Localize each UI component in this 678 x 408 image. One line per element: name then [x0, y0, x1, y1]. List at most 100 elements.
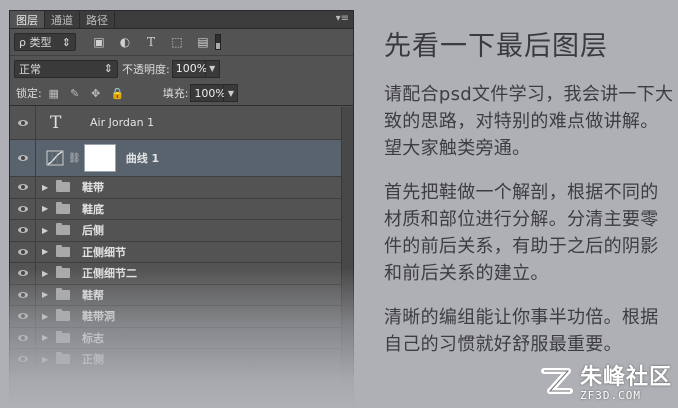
visibility-toggle[interactable] [10, 220, 36, 241]
article: 先看一下最后图层 请配合psd文件学习，我会讲一下大致的思路，对特别的难点做讲解… [384, 24, 674, 375]
expand-arrow-icon[interactable]: ▶ [42, 290, 52, 299]
lock-image-icon[interactable]: ✎ [69, 87, 81, 100]
eye-icon [17, 184, 28, 191]
layer-row[interactable]: ▶ 正侧 [10, 349, 353, 371]
layer-list: T Air Jordan 1 ⛓ 曲线 1 ▶ 鞋带 ▶ 鞋底 ▶ 后侧 ▶ 正… [10, 106, 353, 371]
fill-input[interactable]: 100% [190, 84, 226, 102]
updown-icon: ⇕ [103, 62, 113, 75]
tab-layers[interactable]: 图层 [10, 11, 45, 28]
eye-icon [17, 155, 28, 161]
fill-dropdown-icon[interactable]: ▼ [224, 84, 239, 102]
layer-row[interactable]: ▶ 鞋底 [10, 198, 353, 220]
layer-row[interactable]: ▶ 正侧细节 [10, 241, 353, 263]
layer-row[interactable]: ▶ 后侧 [10, 220, 353, 242]
folder-icon [56, 266, 70, 279]
pixel-filter-icon[interactable]: ▣ [92, 35, 106, 49]
expand-arrow-icon[interactable]: ▶ [42, 269, 52, 278]
layer-row[interactable]: ▶ 正侧细节二 [10, 263, 353, 285]
layer-row[interactable]: ▶ 标志 [10, 327, 353, 349]
visibility-toggle[interactable] [10, 327, 36, 348]
watermark: 朱峰社区 ZF3D.COM [538, 366, 672, 402]
eye-icon [17, 248, 28, 255]
folder-icon [56, 223, 70, 236]
article-title: 先看一下最后图层 [384, 31, 608, 62]
layer-mask-thumbnail[interactable] [83, 144, 116, 172]
lock-transparent-icon[interactable]: ▦ [48, 87, 60, 100]
folder-icon [56, 352, 70, 365]
lock-row: 锁定: ▦ ✎ ✥ 🔒 填充: 100% ▼ [10, 81, 353, 106]
link-icon[interactable]: ⛓ [68, 153, 81, 164]
expand-arrow-icon[interactable]: ▶ [42, 355, 52, 364]
visibility-toggle[interactable] [10, 241, 36, 262]
expand-arrow-icon[interactable]: ▶ [42, 247, 52, 256]
folder-icon [56, 180, 70, 193]
layer-row[interactable]: ▶ 鞋帮 [10, 284, 353, 306]
folder-icon [56, 330, 70, 343]
fill-label: 填充: [162, 87, 189, 100]
opacity-input[interactable]: 100% [171, 59, 207, 78]
layer-name: 鞋带洞 [82, 310, 115, 324]
visibility-toggle[interactable] [10, 263, 36, 284]
expand-arrow-icon[interactable]: ▶ [42, 226, 52, 235]
visibility-toggle[interactable] [10, 177, 36, 198]
layer-row[interactable]: T Air Jordan 1 [10, 106, 353, 140]
folder-icon [56, 309, 70, 322]
visibility-toggle[interactable] [10, 198, 36, 219]
article-paragraph: 请配合psd文件学习，我会讲一下大致的思路，对特别的难点做讲解。望大家触类旁通。 [384, 84, 674, 159]
eye-icon [17, 270, 28, 277]
blend-mode-select[interactable]: 正常 ⇕ [14, 59, 118, 78]
visibility-toggle[interactable] [10, 306, 36, 327]
layer-row[interactable]: ▶ 鞋带 [10, 177, 353, 199]
layer-name: 后侧 [82, 224, 104, 238]
adjustment-filter-icon[interactable]: ◐ [118, 35, 132, 49]
panel-menu-icon[interactable]: ▾≡ [336, 13, 349, 24]
opacity-dropdown-icon[interactable]: ▼ [205, 59, 220, 78]
lock-all-icon[interactable]: 🔒 [111, 87, 125, 100]
blend-row: 正常 ⇕ 不透明度: 100% ▼ [10, 56, 353, 81]
tab-channels[interactable]: 通道 [45, 11, 80, 28]
article-paragraph: 清晰的编组能让你事半功倍。根据自己的习惯就好舒服最重要。 [384, 307, 659, 355]
eye-icon [17, 356, 28, 363]
eye-icon [17, 291, 28, 298]
blend-mode-value: 正常 [19, 62, 41, 76]
filter-toggle-switch[interactable] [215, 34, 221, 50]
folder-icon [56, 201, 70, 214]
lock-position-icon[interactable]: ✥ [90, 87, 102, 100]
curves-adjustment-icon [46, 150, 64, 166]
shape-filter-icon[interactable]: ⬚ [170, 35, 184, 49]
expand-arrow-icon[interactable]: ▶ [42, 204, 52, 213]
eye-icon [17, 313, 28, 320]
visibility-toggle[interactable] [10, 349, 36, 370]
layer-name: 正侧细节 [82, 245, 126, 259]
visibility-toggle[interactable] [10, 106, 36, 139]
layers-scrollbar[interactable] [341, 107, 353, 407]
expand-arrow-icon[interactable]: ▶ [42, 312, 52, 321]
article-paragraph: 首先把鞋做一个解剖，根据不同的材质和部位进行分解。分清主要零件的前后关系，有助于… [384, 182, 659, 284]
filter-type-select[interactable]: ρ 类型 ⇕ [14, 33, 76, 51]
layer-row[interactable]: ⛓ 曲线 1 [10, 140, 353, 177]
eye-icon [17, 119, 28, 126]
eye-icon [17, 205, 28, 212]
smart-object-filter-icon[interactable]: ▤ [196, 35, 210, 49]
updown-icon: ⇕ [61, 35, 71, 49]
watermark-url: ZF3D.COM [579, 389, 641, 402]
filter-row: ρ 类型 ⇕ ▣ ◐ T ⬚ ▤ [10, 29, 353, 56]
layer-name: 鞋底 [82, 202, 104, 216]
visibility-toggle[interactable] [10, 140, 36, 176]
filter-type-label: ρ 类型 [19, 36, 52, 49]
watermark-text: 朱峰社区 [579, 365, 672, 390]
layers-panel: 图层 通道 路径 ▾≡ ρ 类型 ⇕ ▣ ◐ T ⬚ ▤ 正常 ⇕ 不透明度: … [9, 10, 354, 408]
eye-icon [17, 227, 28, 234]
layer-name: 标志 [82, 331, 104, 345]
layer-name: 鞋带 [82, 181, 104, 195]
layer-name: 正侧 [82, 353, 104, 367]
tab-paths[interactable]: 路径 [80, 11, 115, 28]
type-filter-icon[interactable]: T [144, 35, 158, 49]
layer-row[interactable]: ▶ 鞋带洞 [10, 306, 353, 328]
visibility-toggle[interactable] [10, 284, 36, 305]
expand-arrow-icon[interactable]: ▶ [42, 183, 52, 192]
expand-arrow-icon[interactable]: ▶ [42, 333, 52, 342]
layer-name: Air Jordan 1 [90, 116, 155, 129]
eye-icon [17, 334, 28, 341]
panel-tabbar: 图层 通道 路径 ▾≡ [10, 11, 353, 29]
